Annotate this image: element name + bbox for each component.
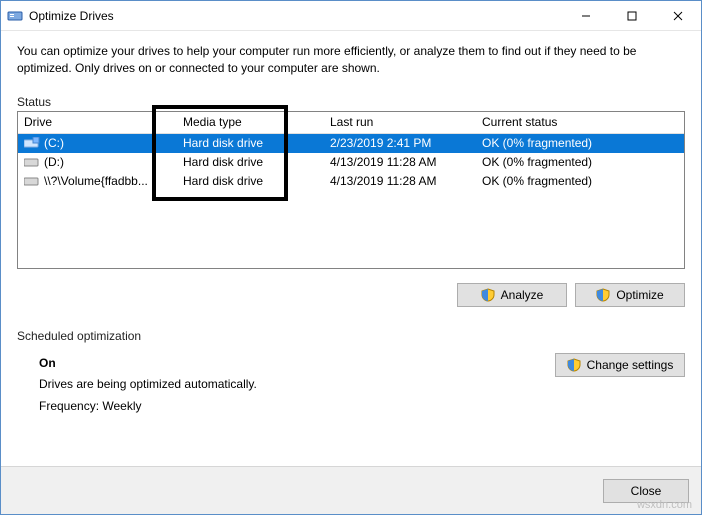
scheduled-label: Scheduled optimization [17,329,685,343]
status-buttons: Analyze Optimize [17,283,685,307]
drive-name: (C:) [44,136,64,150]
current-status: OK (0% fragmented) [476,174,684,188]
scheduled-line1: Drives are being optimized automatically… [39,374,555,396]
table-row[interactable]: (D:) Hard disk drive 4/13/2019 11:28 AM … [18,153,684,172]
scheduled-section: On Drives are being optimized automatica… [17,353,685,418]
last-run: 2/23/2019 2:41 PM [324,136,476,150]
change-settings-label: Change settings [587,358,674,372]
close-button[interactable] [655,1,701,30]
last-run: 4/13/2019 11:28 AM [324,155,476,169]
bottom-bar: Close [1,466,701,514]
titlebar: Optimize Drives [1,1,701,31]
drive-icon [24,175,40,187]
col-last-run[interactable]: Last run [324,115,476,129]
scheduled-state: On [39,353,555,375]
col-drive[interactable]: Drive [18,115,177,129]
current-status: OK (0% fragmented) [476,136,684,150]
table-row[interactable]: (C:) Hard disk drive 2/23/2019 2:41 PM O… [18,134,684,153]
maximize-button[interactable] [609,1,655,30]
shield-icon [481,288,495,302]
os-drive-icon [24,137,40,149]
status-label: Status [17,95,685,109]
scheduled-line2: Frequency: Weekly [39,396,555,418]
media-type: Hard disk drive [177,174,324,188]
close-dialog-button[interactable]: Close [603,479,689,503]
analyze-button[interactable]: Analyze [457,283,567,307]
window-title: Optimize Drives [29,9,563,23]
optimize-drives-window: Optimize Drives You can optimize your dr… [0,0,702,515]
col-media-type[interactable]: Media type [177,115,324,129]
analyze-label: Analyze [501,288,544,302]
shield-icon [567,358,581,372]
drive-name: \\?\Volume{ffadbb... [44,174,148,188]
minimize-button[interactable] [563,1,609,30]
drives-table: Drive Media type Last run Current status… [17,111,685,269]
content-area: You can optimize your drives to help you… [1,31,701,466]
last-run: 4/13/2019 11:28 AM [324,174,476,188]
media-type: Hard disk drive [177,136,324,150]
col-current-status[interactable]: Current status [476,115,684,129]
media-type: Hard disk drive [177,155,324,169]
drive-icon [24,156,40,168]
table-header: Drive Media type Last run Current status [18,112,684,134]
app-icon [7,8,23,24]
drive-name: (D:) [44,155,64,169]
optimize-button[interactable]: Optimize [575,283,685,307]
change-settings-button[interactable]: Change settings [555,353,685,377]
table-row[interactable]: \\?\Volume{ffadbb... Hard disk drive 4/1… [18,172,684,191]
close-label: Close [631,484,662,498]
optimize-label: Optimize [616,288,663,302]
current-status: OK (0% fragmented) [476,155,684,169]
shield-icon [596,288,610,302]
description-text: You can optimize your drives to help you… [17,43,685,77]
